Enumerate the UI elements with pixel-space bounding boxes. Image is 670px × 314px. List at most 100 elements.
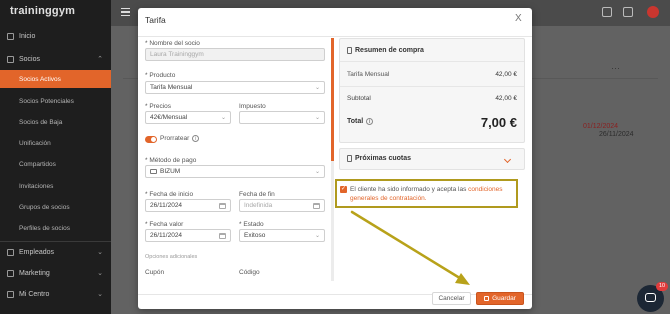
estado-label: * Estado [239,221,264,228]
notification-badge: 10 [656,282,668,291]
sidebar-section-mi-centro[interactable]: Mi Centro ⌄ [0,285,111,303]
producto-select[interactable]: Tarifa Mensual ⌄ [145,81,325,94]
background-date: 01/12/2024 [583,123,619,130]
fecha-fin-placeholder: Indefinida [244,202,273,209]
cuotas-title-text: Próximas cuotas [355,155,412,162]
calendar-icon [219,232,226,239]
resumen-panel: Resumen de compra Tarifa Mensual 42,00 €… [339,38,525,143]
save-button[interactable]: Guardar [476,292,524,305]
total-value: 7,00 € [480,115,517,130]
avatar[interactable] [647,6,659,18]
opciones-adicionales-label: Opciones adicionales [145,254,198,260]
chevron-down-icon: ⌄ [314,115,320,121]
sidebar-section-inicio[interactable]: Inicio [0,27,111,45]
consent-text: El cliente ha sido informado y acepta la… [350,185,516,203]
chat-widget[interactable]: 10 [637,282,668,312]
sidebar-item-socios-activos[interactable]: Socios Activos [0,70,111,88]
precios-label: * Precios [145,103,172,110]
metodo-value: BIZUM [160,168,181,175]
sidebar-divider [0,241,111,242]
resumen-divider [340,61,524,62]
sidebar-section-empleados[interactable]: Empleados ⌄ [0,243,111,261]
consent-text-prefix: El cliente ha sido informado y acepta la… [350,186,469,193]
info-icon[interactable]: i [192,135,200,142]
document-icon [347,47,352,54]
scrollbar-thumb[interactable] [331,38,334,161]
sidebar-section-label: Mi Centro [19,290,50,298]
chevron-down-icon: ⌄ [314,85,320,91]
cupon-label: Cupón [145,269,165,276]
consent-highlight: ✓ El cliente ha sido informado y acepta … [335,179,518,208]
chevron-down-icon: ⌄ [97,249,103,256]
fecha-inicio-label: * Fecha de inicio [145,191,194,198]
fecha-valor-field[interactable]: 26/11/2024 [145,229,231,242]
info-icon[interactable]: i [366,118,374,125]
impuesto-select[interactable]: ⌄ [239,111,325,124]
home-icon [7,32,14,40]
sidebar-item-compartidos[interactable]: Compartidos [0,155,111,173]
sidebar-section-marketing[interactable]: Marketing ⌄ [0,264,111,282]
metodo-pago-select[interactable]: BIZUM ⌄ [145,165,325,178]
sidebar-section-socios[interactable]: Socios ⌃ [0,50,111,68]
fecha-fin-field[interactable]: Indefinida [239,199,325,212]
prorratear-row: Prorratear i [160,135,200,142]
consent-checkbox[interactable]: ✓ [340,186,347,193]
chevron-down-icon: ⌄ [97,270,103,277]
close-icon[interactable]: X [515,13,522,24]
save-icon [484,296,490,301]
metodo-label: * Método de pago [145,157,197,164]
chevron-down-icon: ⌄ [97,291,103,298]
card-icon [150,169,157,174]
background-date: 26/11/2024 [599,131,634,138]
calendar-icon [219,202,226,209]
nombre-label: * Nombre del socio [145,40,200,47]
fecha-inicio-field[interactable]: 26/11/2024 [145,199,231,212]
total-label: Total [347,118,364,125]
proximas-cuotas-panel[interactable]: Próximas cuotas [339,148,525,170]
sidebar-item-socios-potenciales[interactable]: Socios Potenciales [0,92,111,110]
prorratear-label: Prorratear [160,135,190,142]
megaphone-icon [7,269,14,277]
users-icon [7,55,14,63]
nombre-field: Laura Traininggym [145,48,325,61]
menu-icon[interactable] [121,8,130,16]
scrollbar-track[interactable] [331,161,334,281]
fecha-valor-value: 26/11/2024 [150,232,183,239]
producto-label: * Producto [145,72,176,79]
sidebar: traininggym Inicio Socios ⌃ Socios Activ… [0,0,111,314]
prorratear-toggle[interactable] [145,136,157,143]
fecha-fin-label: Fecha de fin [239,191,275,198]
sidebar-item-unificacion[interactable]: Unificación [0,134,111,152]
sidebar-item-invitaciones[interactable]: Invitaciones [0,177,111,195]
item-value: 42,00 € [495,71,517,78]
notes-icon[interactable] [602,7,612,17]
sidebar-item-perfiles-de-socios[interactable]: Perfiles de socios [0,219,111,237]
cancel-button[interactable]: Cancelar [432,292,471,305]
chevron-down-icon[interactable] [503,155,512,164]
bell-icon[interactable] [623,7,633,17]
save-button-label: Guardar [492,295,516,302]
employee-icon [7,248,14,256]
estado-select[interactable]: Exitoso ⌄ [239,229,325,242]
chevron-down-icon: ⌄ [220,115,226,121]
cuotas-title: Próximas cuotas [347,155,411,162]
subtotal-label: Subtotal [347,95,371,102]
sidebar-section-label: Marketing [19,269,50,277]
item-label: Tarifa Mensual [347,71,390,78]
sidebar-item-socios-de-baja[interactable]: Socios de Baja [0,113,111,131]
precios-select[interactable]: 42€/Mensual ⌄ [145,111,231,124]
fecha-inicio-value: 26/11/2024 [150,202,183,209]
modal-title: Tarifa [145,15,166,25]
producto-value: Tarifa Mensual [150,84,193,91]
precios-value: 42€/Mensual [150,114,188,121]
more-options-icon[interactable]: ··· [611,63,620,73]
sidebar-item-grupos-de-socios[interactable]: Grupos de socios [0,198,111,216]
location-icon [7,290,14,298]
resumen-title-text: Resumen de compra [355,47,424,54]
chevron-down-icon: ⌄ [314,169,320,175]
total-row: Total i [347,118,374,125]
calendar-icon [313,202,320,209]
fecha-valor-label: * Fecha valor [145,221,184,228]
chat-bubble-icon [645,293,656,302]
app-logo: traininggym [10,5,76,17]
